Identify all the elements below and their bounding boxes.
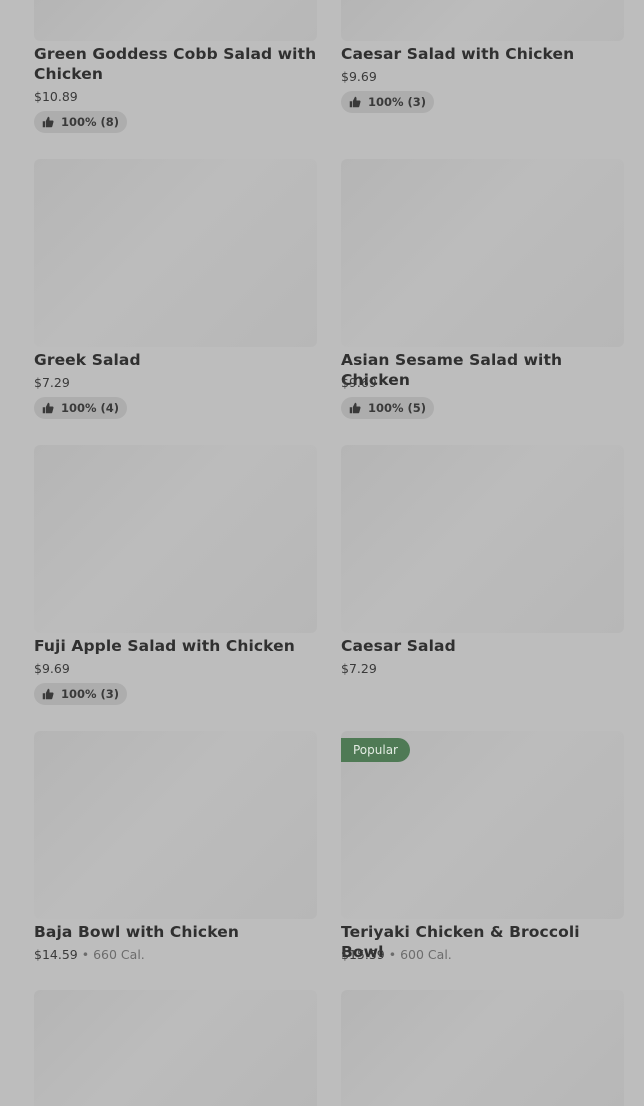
item-price: $9.69 [34, 661, 70, 676]
item-name: Caesar Salad with Chicken [341, 45, 575, 63]
item-image [341, 159, 624, 347]
item-price-line: $14.59 • 660 Cal. [34, 947, 145, 963]
item-name: Baja Bowl with Chicken [34, 923, 239, 941]
item-price: $15.59 [341, 947, 385, 962]
rating-pill: 100% (3) [34, 683, 128, 705]
item-image [341, 0, 624, 41]
item-price: $10.89 [34, 89, 78, 104]
rating-text: 100% (8) [61, 115, 120, 129]
separator-dot: • [81, 947, 90, 962]
item-image [34, 731, 317, 919]
item-name: Fuji Apple Salad with Chicken [34, 637, 295, 655]
rating-pill: 100% (5) [341, 397, 435, 419]
thumbs-up-icon [349, 96, 361, 108]
item-image [34, 445, 317, 633]
separator-dot: • [388, 947, 397, 962]
item-image [341, 990, 624, 1106]
item-price: $9.69 [341, 69, 377, 84]
popular-badge: Popular [341, 738, 410, 762]
item-calories: 660 Cal. [93, 947, 145, 962]
rating-text: 100% (3) [368, 95, 427, 109]
item-name: Asian Sesame Salad with Chicken [341, 351, 563, 389]
thumbs-up-icon [42, 688, 54, 700]
thumbs-up-icon [42, 402, 54, 414]
rating-text: 100% (3) [61, 687, 120, 701]
thumbs-up-icon [42, 116, 54, 128]
rating-pill: 100% (3) [341, 91, 435, 113]
item-name: Green Goddess Cobb Salad with Chicken [34, 45, 317, 83]
item-image [34, 0, 317, 41]
item-price: $7.29 [341, 661, 377, 676]
item-image [34, 990, 317, 1106]
item-name: Greek Salad [34, 351, 141, 369]
rating-pill: 100% (4) [34, 397, 128, 419]
item-price: $9.69 [341, 375, 377, 390]
item-calories: 600 Cal. [400, 947, 452, 962]
item-price: $14.59 [34, 947, 78, 962]
item-image [341, 445, 624, 633]
item-price: $7.29 [34, 375, 70, 390]
rating-text: 100% (4) [61, 401, 120, 415]
rating-text: 100% (5) [368, 401, 427, 415]
item-name: Caesar Salad [341, 637, 456, 655]
item-price-line: $15.59 • 600 Cal. [341, 947, 452, 963]
item-image [34, 159, 317, 347]
thumbs-up-icon [349, 402, 361, 414]
rating-pill: 100% (8) [34, 111, 128, 133]
